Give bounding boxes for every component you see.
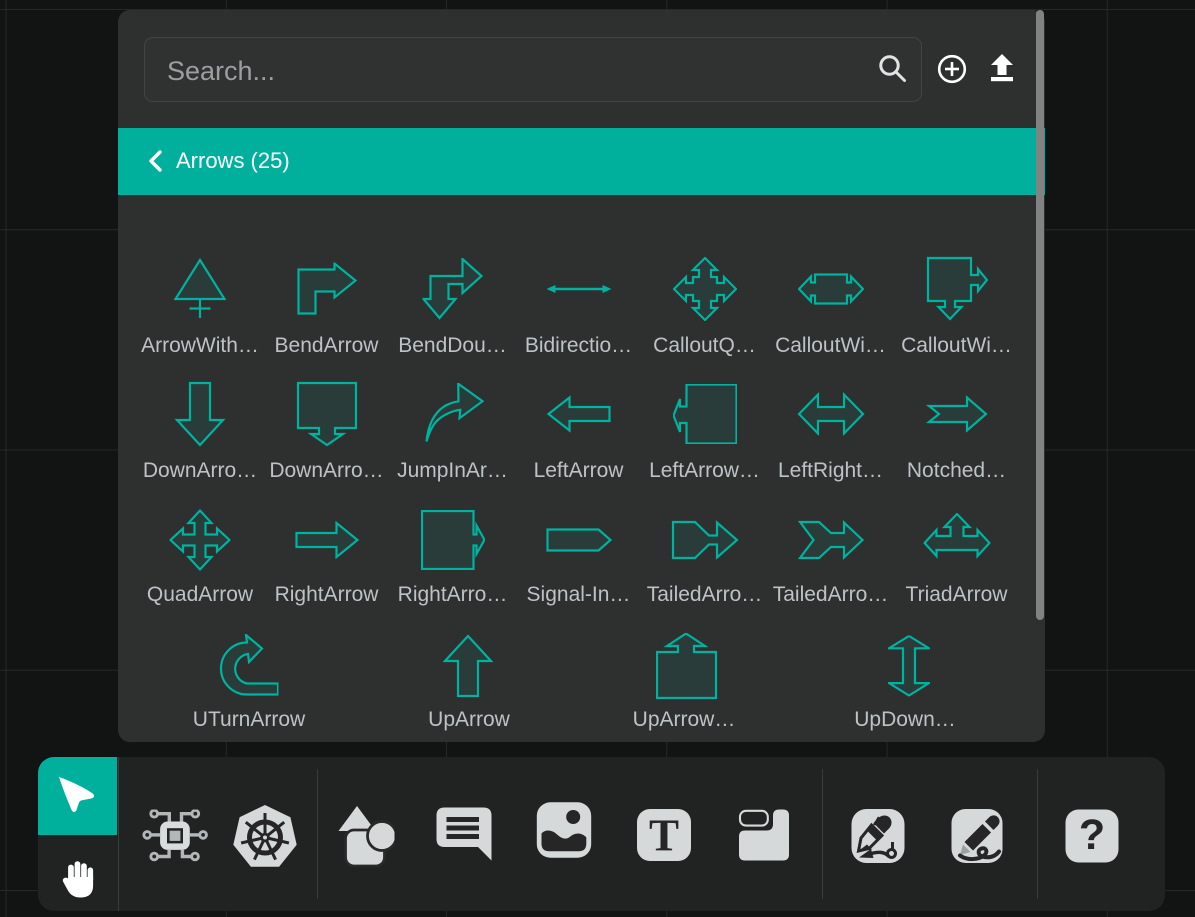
svg-text:T: T [649,811,679,861]
svg-text:?: ? [1079,811,1105,859]
